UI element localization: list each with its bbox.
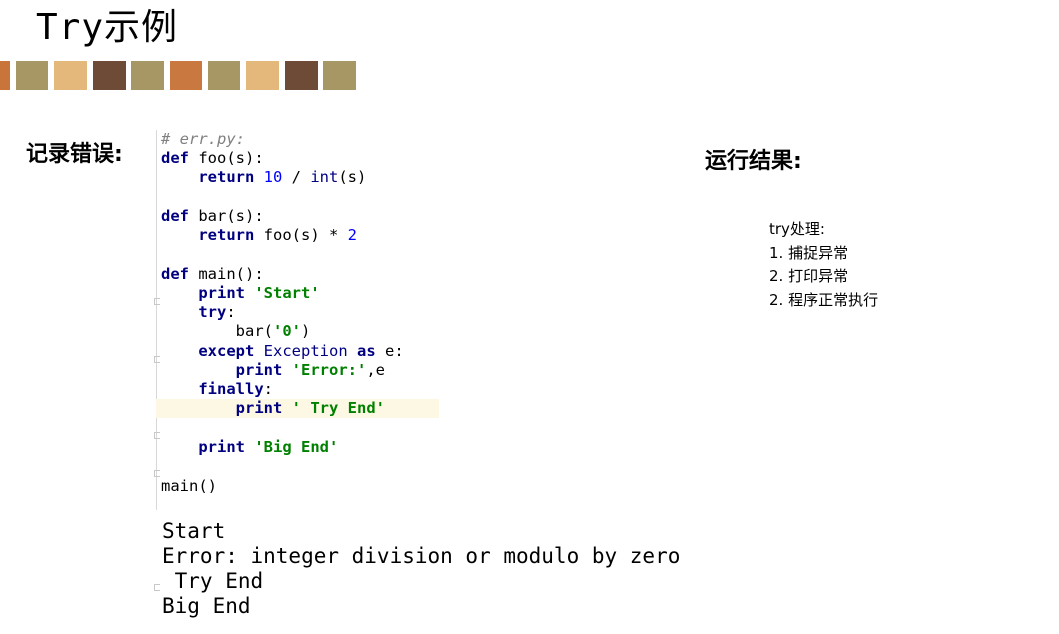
code-line: except Exception as e: xyxy=(198,342,404,360)
code-line: main() xyxy=(161,477,217,495)
swatch xyxy=(93,61,126,90)
code-line: return foo(s) * 2 xyxy=(198,226,357,244)
code-line: print 'Start' xyxy=(198,284,320,302)
code-line: def foo(s): xyxy=(161,149,264,167)
code-editor: # err.py: def foo(s): return 10 / int(s)… xyxy=(154,130,446,591)
fold-marker-icon xyxy=(154,584,160,591)
swatch xyxy=(0,61,10,90)
record-errors-label: 记录错误: xyxy=(26,142,123,167)
fold-marker-icon xyxy=(154,298,160,305)
output-line: Start xyxy=(162,519,226,543)
code-line-current: print ' Try End' xyxy=(156,399,439,418)
output-line: Try End xyxy=(162,569,264,593)
swatch xyxy=(246,61,279,90)
output-line: Big End xyxy=(162,594,251,618)
code-gutter-rail xyxy=(156,130,157,510)
code-line: print 'Big End' xyxy=(198,438,339,456)
fold-marker-icon xyxy=(154,470,160,477)
note-line: 2. 程序正常执行 xyxy=(769,290,879,309)
program-output: Start Error: integer division or modulo … xyxy=(162,519,680,619)
code-line: # err.py: xyxy=(161,130,245,148)
swatch xyxy=(285,61,318,90)
swatch xyxy=(323,61,356,90)
slide-title: Try示例 xyxy=(36,7,179,48)
swatch xyxy=(54,61,87,90)
swatch xyxy=(131,61,164,90)
code-line: bar('0') xyxy=(161,322,311,340)
code-line: try: xyxy=(198,303,236,321)
result-notes: try处理: 1. 捕捉异常 2. 打印异常 2. 程序正常执行 xyxy=(769,218,878,312)
swatch xyxy=(16,61,48,90)
note-line: 2. 打印异常 xyxy=(769,267,849,285)
fold-marker-icon xyxy=(154,356,160,363)
run-result-label: 运行结果: xyxy=(705,149,802,174)
fold-marker-icon xyxy=(154,432,160,439)
code-line: finally: xyxy=(198,380,273,398)
code-line: return 10 / int(s) xyxy=(198,168,367,186)
code-line: def main(): xyxy=(161,265,264,283)
swatch xyxy=(208,61,240,90)
note-line: 1. 捕捉异常 xyxy=(769,243,849,262)
output-line: Error: integer division or modulo by zer… xyxy=(162,544,681,568)
code-line: print 'Error:',e xyxy=(235,361,385,379)
note-line: try处理: xyxy=(769,220,825,238)
swatch xyxy=(170,61,202,90)
code-line: def bar(s): xyxy=(161,207,264,225)
